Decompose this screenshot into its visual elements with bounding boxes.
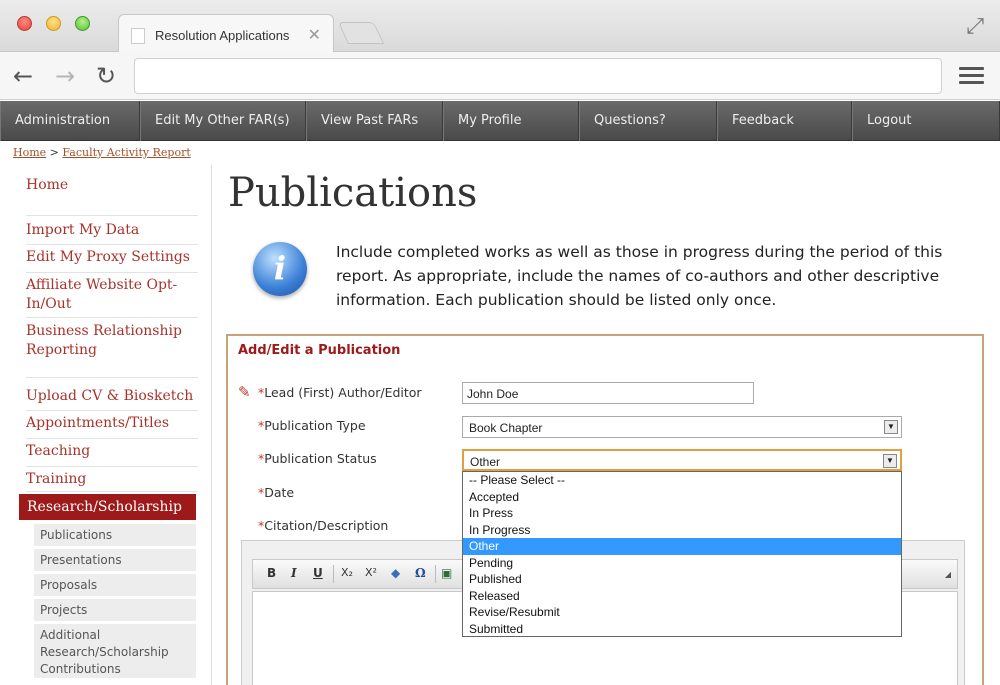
- reload-icon[interactable]: ↻: [96, 62, 116, 90]
- close-window-icon[interactable]: [17, 16, 32, 31]
- status-option[interactable]: Pending: [463, 555, 901, 572]
- sidebar-item-home[interactable]: Home: [26, 176, 198, 216]
- subscript-button[interactable]: X₂: [341, 566, 353, 579]
- citation-label-text: Citation/Description: [264, 518, 389, 533]
- nav-logout[interactable]: Logout: [852, 101, 1000, 141]
- citation-label: *Citation/Description: [258, 518, 388, 533]
- info-description: Include completed works as well as those…: [336, 243, 943, 309]
- new-tab-button[interactable]: [337, 22, 385, 44]
- minimize-window-icon[interactable]: [46, 16, 61, 31]
- nav-view-past-fars[interactable]: View Past FARs: [306, 101, 443, 141]
- sidebar-item-upload-cv[interactable]: Upload CV & Biosketch: [26, 387, 198, 411]
- type-label-text: Publication Type: [264, 418, 366, 433]
- sidebar-item-training[interactable]: Training: [26, 470, 198, 492]
- breadcrumb-separator: >: [49, 146, 59, 159]
- status-option[interactable]: Released: [463, 588, 901, 605]
- author-label-text: Lead (First) Author/Editor: [264, 385, 422, 400]
- sidebar-item-research-scholarship[interactable]: Research/Scholarship: [19, 494, 196, 520]
- sidebar-item-affiliate-opt[interactable]: Affiliate Website Opt-In/Out: [26, 276, 198, 318]
- sidebar-subitem-publications[interactable]: Publications: [34, 524, 196, 546]
- status-option[interactable]: Other: [463, 538, 901, 555]
- author-input[interactable]: John Doe: [462, 382, 754, 404]
- page-title: Publications: [228, 170, 478, 216]
- superscript-button[interactable]: X²: [365, 566, 377, 579]
- special-character-button[interactable]: Ω: [415, 566, 426, 580]
- status-label: *Publication Status: [258, 451, 377, 466]
- breadcrumb-current-link[interactable]: Faculty Activity Report: [62, 146, 190, 159]
- browser-tab[interactable]: Resolution Applications ✕: [118, 14, 334, 52]
- status-option[interactable]: -- Please Select --: [463, 472, 901, 489]
- nav-my-profile[interactable]: My Profile: [443, 101, 579, 141]
- edit-pencil-icon: ✎: [238, 383, 251, 401]
- publication-type-select[interactable]: Book Chapter ▼: [462, 416, 902, 438]
- nav-questions[interactable]: Questions?: [579, 101, 717, 141]
- tab-title: Resolution Applications: [155, 28, 290, 43]
- nav-feedback[interactable]: Feedback: [717, 101, 852, 141]
- status-option[interactable]: Revise/Resubmit: [463, 604, 901, 621]
- date-label: *Date: [258, 485, 294, 500]
- toolbar-divider: [435, 565, 436, 583]
- author-label: *Lead (First) Author/Editor: [258, 385, 422, 400]
- tab-close-icon[interactable]: ✕: [308, 25, 321, 44]
- status-option[interactable]: Accepted: [463, 489, 901, 506]
- sidebar: Home Import My Data Edit My Proxy Settin…: [4, 165, 212, 685]
- fullscreen-icon[interactable]: ⤢: [966, 14, 984, 39]
- page-favicon-icon: [131, 28, 145, 44]
- sidebar-subitem-presentations[interactable]: Presentations: [34, 549, 196, 571]
- sidebar-subitem-proposals[interactable]: Proposals: [34, 574, 196, 596]
- info-icon: i: [253, 242, 307, 296]
- type-label: *Publication Type: [258, 418, 366, 433]
- sidebar-item-business-relationship[interactable]: Business Relationship Reporting: [26, 322, 198, 378]
- eraser-icon[interactable]: ◆: [391, 566, 400, 580]
- sidebar-subitem-projects[interactable]: Projects: [34, 599, 196, 621]
- status-option[interactable]: Published: [463, 571, 901, 588]
- underline-button[interactable]: U: [313, 566, 323, 580]
- form-heading: Add/Edit a Publication: [238, 343, 401, 358]
- maximize-window-icon[interactable]: [75, 16, 90, 31]
- nav-administration[interactable]: Administration: [0, 101, 140, 141]
- sidebar-item-import-data[interactable]: Import My Data: [26, 221, 198, 245]
- status-option[interactable]: In Progress: [463, 522, 901, 539]
- sidebar-item-teaching[interactable]: Teaching: [26, 442, 198, 467]
- site-nav-bar: Administration Edit My Other FAR(s) View…: [0, 101, 1000, 141]
- chevron-down-icon[interactable]: ▼: [884, 420, 898, 434]
- chevron-down-icon[interactable]: ▼: [883, 454, 897, 468]
- status-option[interactable]: Submitted: [463, 621, 901, 638]
- forward-arrow-icon[interactable]: →: [55, 62, 75, 90]
- publication-status-select[interactable]: Other ▼: [462, 449, 902, 471]
- status-label-text: Publication Status: [264, 451, 377, 466]
- date-label-text: Date: [264, 485, 295, 500]
- hamburger-menu-icon[interactable]: [959, 67, 984, 85]
- back-arrow-icon[interactable]: ←: [13, 62, 33, 90]
- breadcrumb: Home > Faculty Activity Report: [13, 146, 191, 159]
- bold-button[interactable]: B: [267, 566, 276, 580]
- status-dropdown-list: -- Please Select -- Accepted In Press In Pr…: [462, 471, 902, 637]
- toolbar-divider: [333, 565, 334, 583]
- sidebar-item-proxy-settings[interactable]: Edit My Proxy Settings: [26, 248, 198, 273]
- browser-titlebar: Resolution Applications ✕ ⤢: [0, 0, 1000, 52]
- breadcrumb-home-link[interactable]: Home: [13, 146, 46, 159]
- status-option[interactable]: In Press: [463, 505, 901, 522]
- publication-type-value: Book Chapter: [469, 421, 543, 435]
- address-bar[interactable]: [134, 58, 942, 94]
- nav-edit-other-fars[interactable]: Edit My Other FAR(s): [140, 101, 306, 141]
- browser-toolbar: ← → ↻: [0, 52, 1000, 100]
- italic-button[interactable]: I: [291, 566, 297, 580]
- sidebar-subitem-additional-contributions[interactable]: Additional Research/Scholarship Contribu…: [34, 624, 196, 678]
- sidebar-item-appointments[interactable]: Appointments/Titles: [26, 414, 198, 439]
- toolbar-collapse-icon[interactable]: ◢: [945, 570, 951, 579]
- image-icon[interactable]: ▣: [441, 566, 452, 580]
- publication-status-value: Other: [470, 455, 501, 469]
